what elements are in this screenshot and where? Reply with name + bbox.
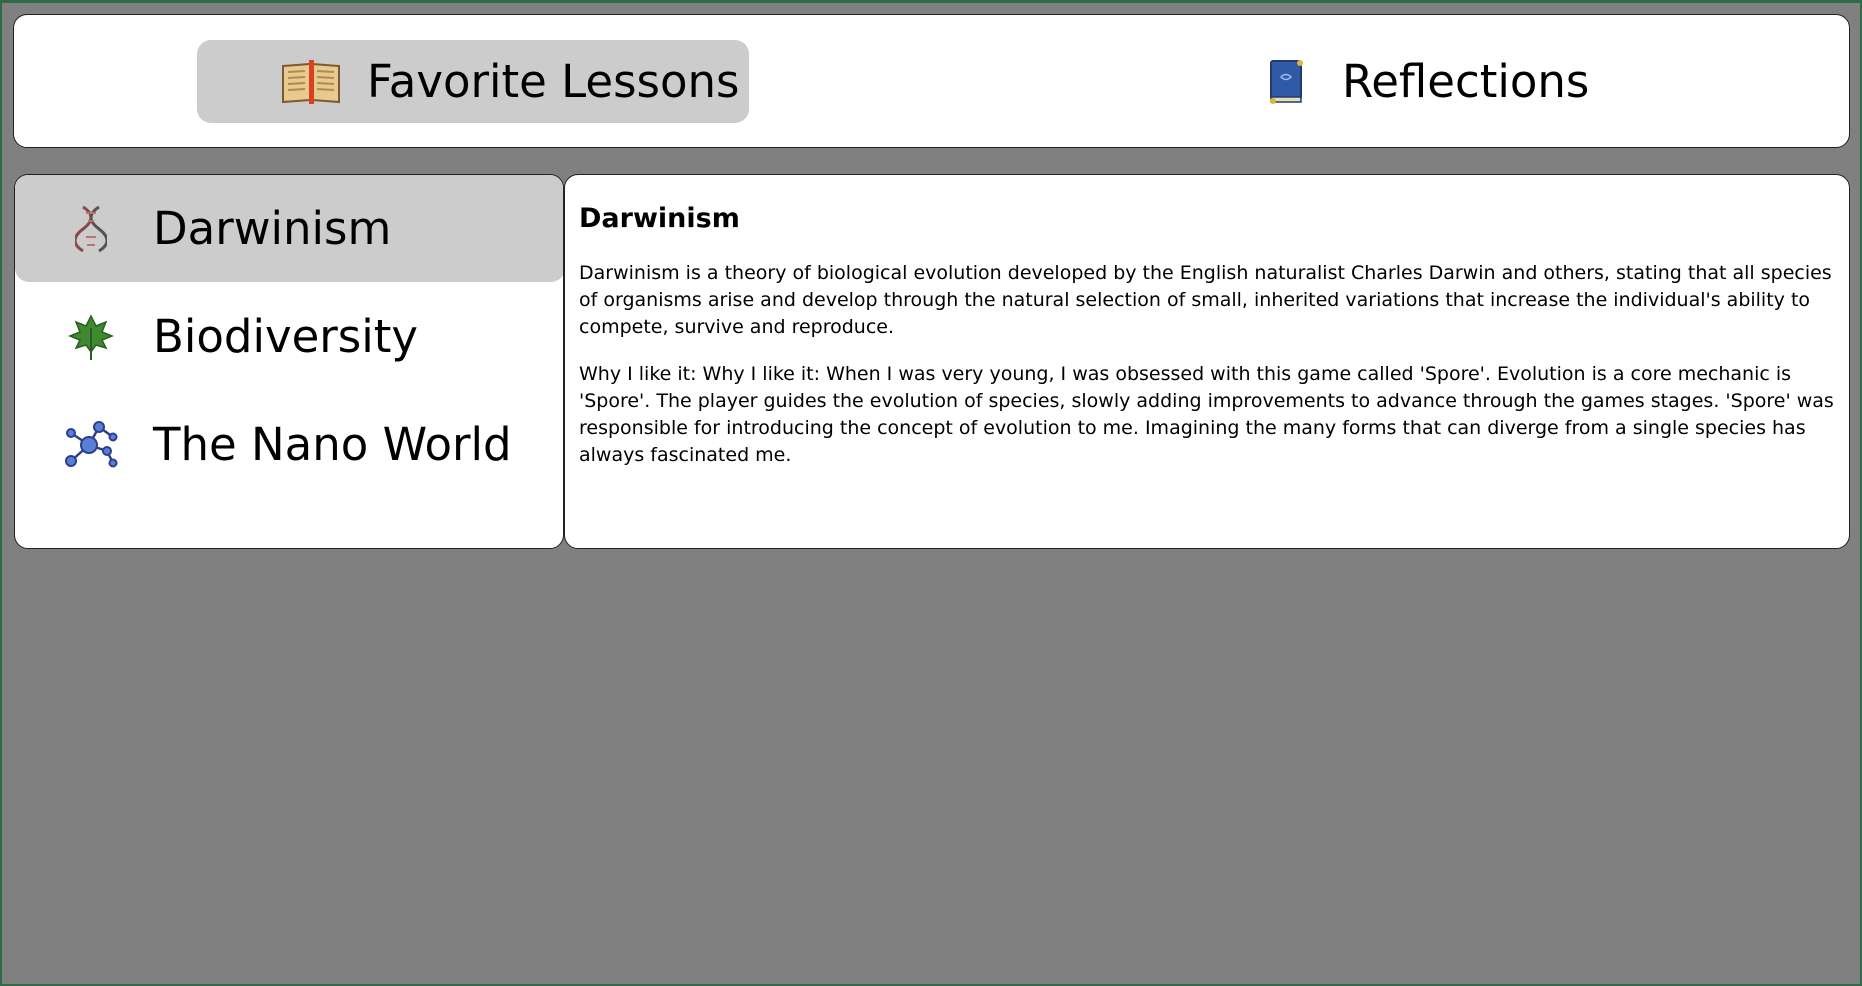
list-item-the-nano-world[interactable]: The Nano World bbox=[15, 391, 563, 498]
molecule-icon bbox=[61, 415, 121, 475]
dna-icon bbox=[61, 199, 121, 259]
list-item-label: The Nano World bbox=[153, 418, 512, 471]
blue-book-icon bbox=[1254, 55, 1318, 109]
tab-label: Favorite Lessons bbox=[367, 55, 740, 108]
lesson-list: Darwinism Biodiversity The Nano World bbox=[14, 174, 564, 549]
tab-label: Reflections bbox=[1342, 55, 1590, 108]
tab-reflections[interactable]: Reflections bbox=[1254, 40, 1654, 123]
lesson-detail: Darwinism Darwinism is a theory of biolo… bbox=[564, 174, 1850, 549]
open-book-icon bbox=[279, 55, 343, 109]
list-item-darwinism[interactable]: Darwinism bbox=[15, 175, 563, 282]
list-item-biodiversity[interactable]: Biodiversity bbox=[15, 283, 563, 390]
list-item-label: Darwinism bbox=[153, 202, 392, 255]
tab-favorite-lessons[interactable]: Favorite Lessons bbox=[197, 40, 749, 123]
leaf-icon bbox=[61, 307, 121, 367]
detail-description: Darwinism is a theory of biological evol… bbox=[579, 262, 1832, 338]
list-item-label: Biodiversity bbox=[153, 310, 419, 363]
tab-bar: Favorite Lessons Reflections bbox=[13, 14, 1850, 148]
detail-why: Why I like it: Why I like it: When I was… bbox=[579, 363, 1834, 466]
detail-title: Darwinism bbox=[579, 203, 740, 234]
